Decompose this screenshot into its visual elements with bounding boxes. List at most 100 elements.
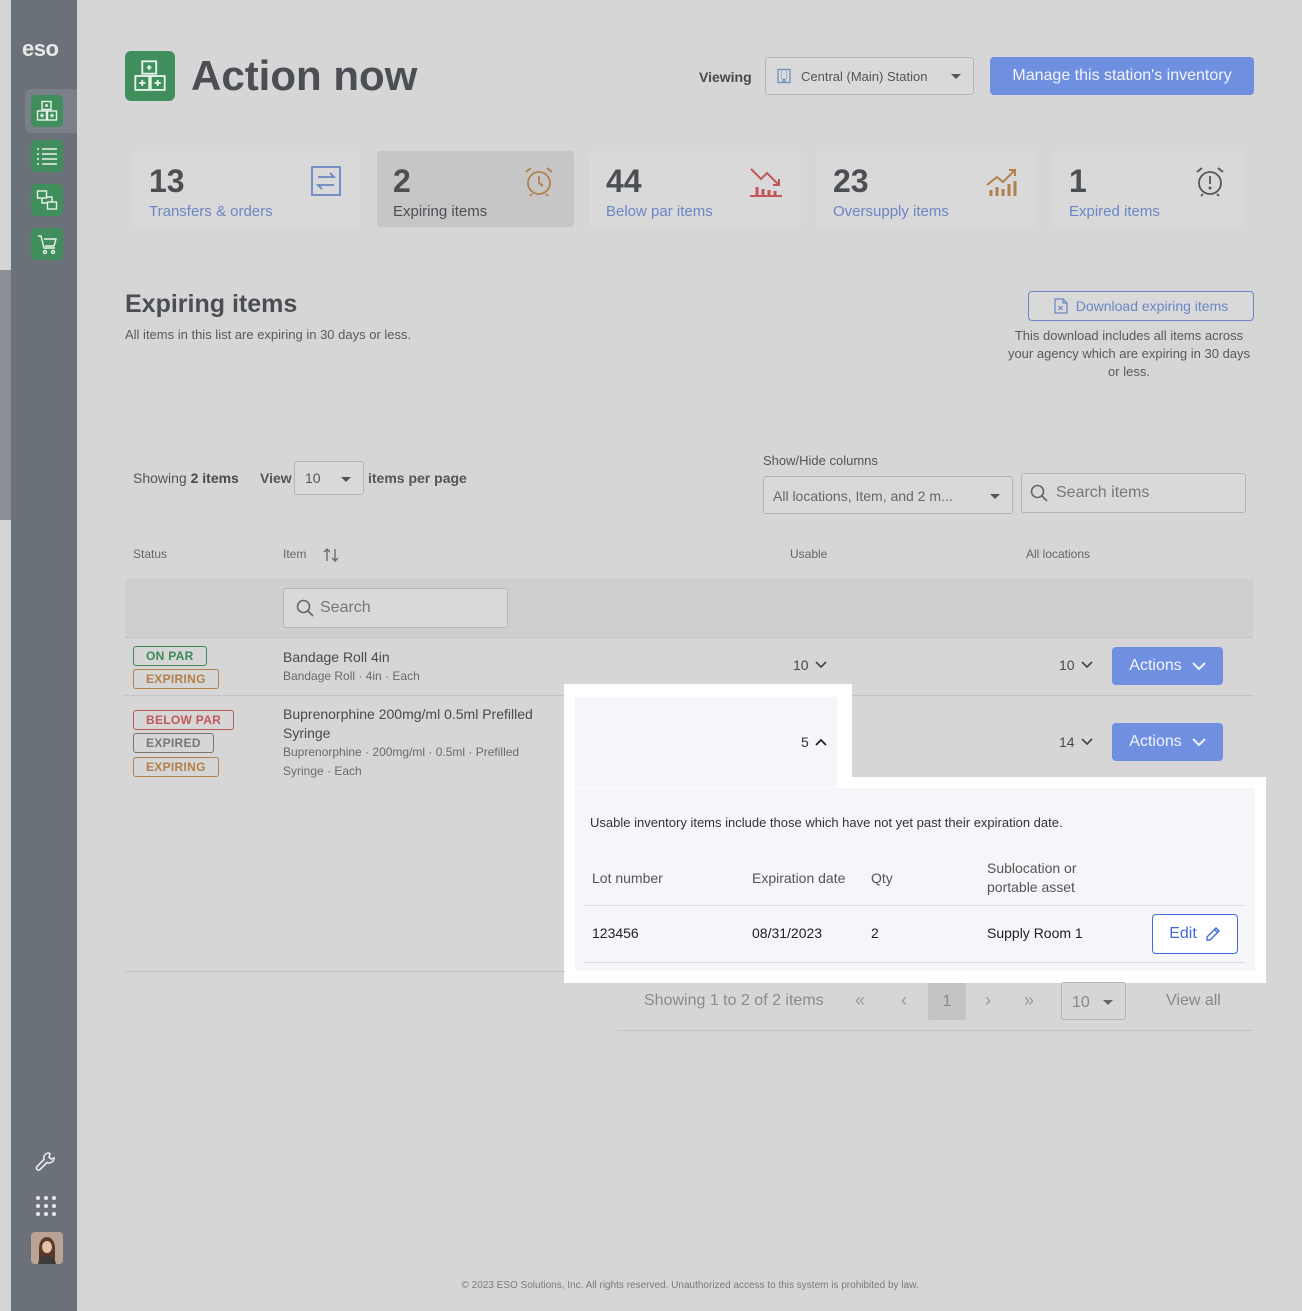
card-below-par-items[interactable]: 44 Below par items — [590, 151, 801, 227]
next-page-icon[interactable]: › — [985, 990, 991, 1011]
items-per-page-label: items per page — [368, 470, 467, 486]
expiration-date-header: Expiration date — [752, 870, 846, 886]
trend-down-icon — [750, 168, 782, 197]
download-expiring-button[interactable]: Download expiring items — [1028, 291, 1254, 321]
apps-grid-icon[interactable] — [34, 1194, 58, 1218]
nav-cart-button[interactable] — [31, 228, 63, 260]
viewing-label: Viewing — [699, 69, 752, 85]
download-note: This download includes all items across … — [1007, 328, 1251, 379]
item-description: Syringe · Each — [283, 764, 362, 778]
card-label: Expired items — [1069, 203, 1160, 220]
usable-note: Usable inventory items include those whi… — [590, 815, 1063, 830]
nav-boxes-button[interactable] — [31, 95, 63, 127]
status-badge: EXPIRING — [133, 669, 219, 689]
page-size-select[interactable]: 10 — [1061, 982, 1126, 1020]
sort-icon[interactable] — [323, 547, 339, 563]
usable-toggle[interactable]: 10 — [793, 657, 827, 673]
alarm-alert-icon — [1196, 167, 1224, 197]
station-value: Central (Main) Station — [801, 68, 928, 84]
cart-icon — [38, 235, 57, 255]
card-label: Expiring items — [393, 203, 488, 220]
nav-transfer-button[interactable] — [31, 184, 63, 216]
usable-toggle[interactable]: 5 — [801, 734, 827, 750]
section-title: Expiring items — [125, 290, 298, 318]
last-page-icon[interactable]: » — [1024, 990, 1034, 1011]
lot-number-header: Lot number — [592, 870, 663, 886]
item-name: Bandage Roll 4in — [283, 649, 390, 665]
card-count: 1 — [1069, 163, 1087, 199]
actions-button[interactable]: Actions — [1112, 723, 1223, 761]
chevron-down-icon — [341, 477, 351, 482]
eso-logo: eso — [22, 36, 59, 61]
boxes-icon — [134, 60, 166, 91]
chevron-down-icon — [815, 661, 827, 669]
station-select[interactable]: Central (Main) Station — [765, 57, 974, 95]
item-search-input[interactable]: Search — [283, 588, 508, 628]
card-expired-items[interactable]: 1 Expired items — [1053, 151, 1245, 227]
card-label: Transfers & orders — [149, 203, 273, 220]
list-icon — [37, 148, 57, 165]
status-badge: BELOW PAR — [133, 710, 235, 730]
first-page-icon[interactable]: « — [855, 990, 865, 1011]
chevron-down-icon — [990, 494, 1000, 499]
chevron-down-icon — [1081, 661, 1093, 669]
sublocation: Supply Room 1 — [987, 925, 1083, 941]
card-oversupply-items[interactable]: 23 Oversupply items — [817, 151, 1037, 227]
card-label: Below par items — [606, 203, 713, 220]
manage-inventory-button[interactable]: Manage this station's inventory — [990, 57, 1254, 95]
item-name: Buprenorphine 200mg/ml 0.5ml Prefilled — [283, 706, 533, 722]
edit-lot-button[interactable]: Edit — [1152, 914, 1238, 954]
status-badge: EXPIRED — [133, 733, 214, 753]
all-locations-toggle[interactable]: 14 — [1059, 734, 1093, 750]
chevron-down-icon — [1192, 661, 1206, 670]
trend-up-icon — [986, 169, 1017, 196]
search-items-input[interactable]: Search items — [1021, 473, 1246, 513]
show-hide-columns-label: Show/Hide columns — [763, 453, 878, 468]
column-header-status: Status — [133, 547, 168, 561]
status-badge: ON PAR — [133, 646, 207, 666]
actions-button[interactable]: Actions — [1112, 647, 1223, 685]
section-subtitle: All items in this list are expiring in 3… — [125, 327, 412, 342]
chevron-down-icon — [1103, 1000, 1113, 1005]
card-expiring-items[interactable]: 2 Expiring items — [377, 151, 574, 227]
boxes-icon — [36, 100, 58, 121]
qty-header: Qty — [871, 870, 893, 886]
sublocation-header: portable asset — [987, 879, 1075, 895]
nav-list-button[interactable] — [31, 140, 63, 172]
all-locations-toggle[interactable]: 10 — [1059, 657, 1093, 673]
chevron-down-icon — [951, 74, 961, 79]
item-name: Syringe — [283, 725, 331, 741]
action-now-icon — [125, 51, 175, 101]
card-count: 23 — [833, 163, 869, 199]
column-header-usable: Usable — [790, 547, 828, 561]
search-icon — [296, 599, 314, 617]
pencil-icon — [1206, 927, 1220, 941]
sidebar: eso — [0, 0, 77, 1311]
showing-count: Showing 2 items — [133, 470, 239, 486]
status-badge: EXPIRING — [133, 757, 219, 777]
user-avatar[interactable] — [31, 1232, 63, 1264]
view-all-link[interactable]: View all — [1166, 992, 1221, 1010]
items-per-page-select[interactable]: 10 — [294, 461, 364, 495]
expiration-date: 08/31/2023 — [752, 925, 823, 941]
column-header-all-locations: All locations — [1026, 547, 1091, 561]
alarm-clock-icon — [525, 167, 553, 197]
page-1-button[interactable]: 1 — [928, 983, 966, 1020]
columns-select[interactable]: All locations, Item, and 2 m... — [763, 476, 1013, 514]
page-title: Action now — [191, 52, 418, 99]
prev-page-icon[interactable]: ‹ — [901, 990, 907, 1011]
building-icon — [777, 68, 791, 84]
wrench-icon[interactable] — [34, 1150, 58, 1174]
item-description: Bandage Roll · 4in · Each — [283, 669, 420, 683]
card-count: 2 — [393, 163, 411, 199]
column-header-item[interactable]: Item — [283, 547, 306, 561]
lot-qty: 2 — [871, 925, 879, 941]
chevron-up-icon — [815, 738, 827, 746]
sublocation-header: Sublocation or — [987, 860, 1077, 876]
card-count: 44 — [606, 163, 642, 199]
pagination-summary: Showing 1 to 2 of 2 items — [644, 992, 824, 1009]
chevron-down-icon — [1192, 737, 1206, 746]
card-transfers-orders[interactable]: 13 Transfers & orders — [133, 151, 360, 227]
excel-file-icon — [1054, 298, 1068, 314]
transfer-icon — [36, 190, 58, 210]
